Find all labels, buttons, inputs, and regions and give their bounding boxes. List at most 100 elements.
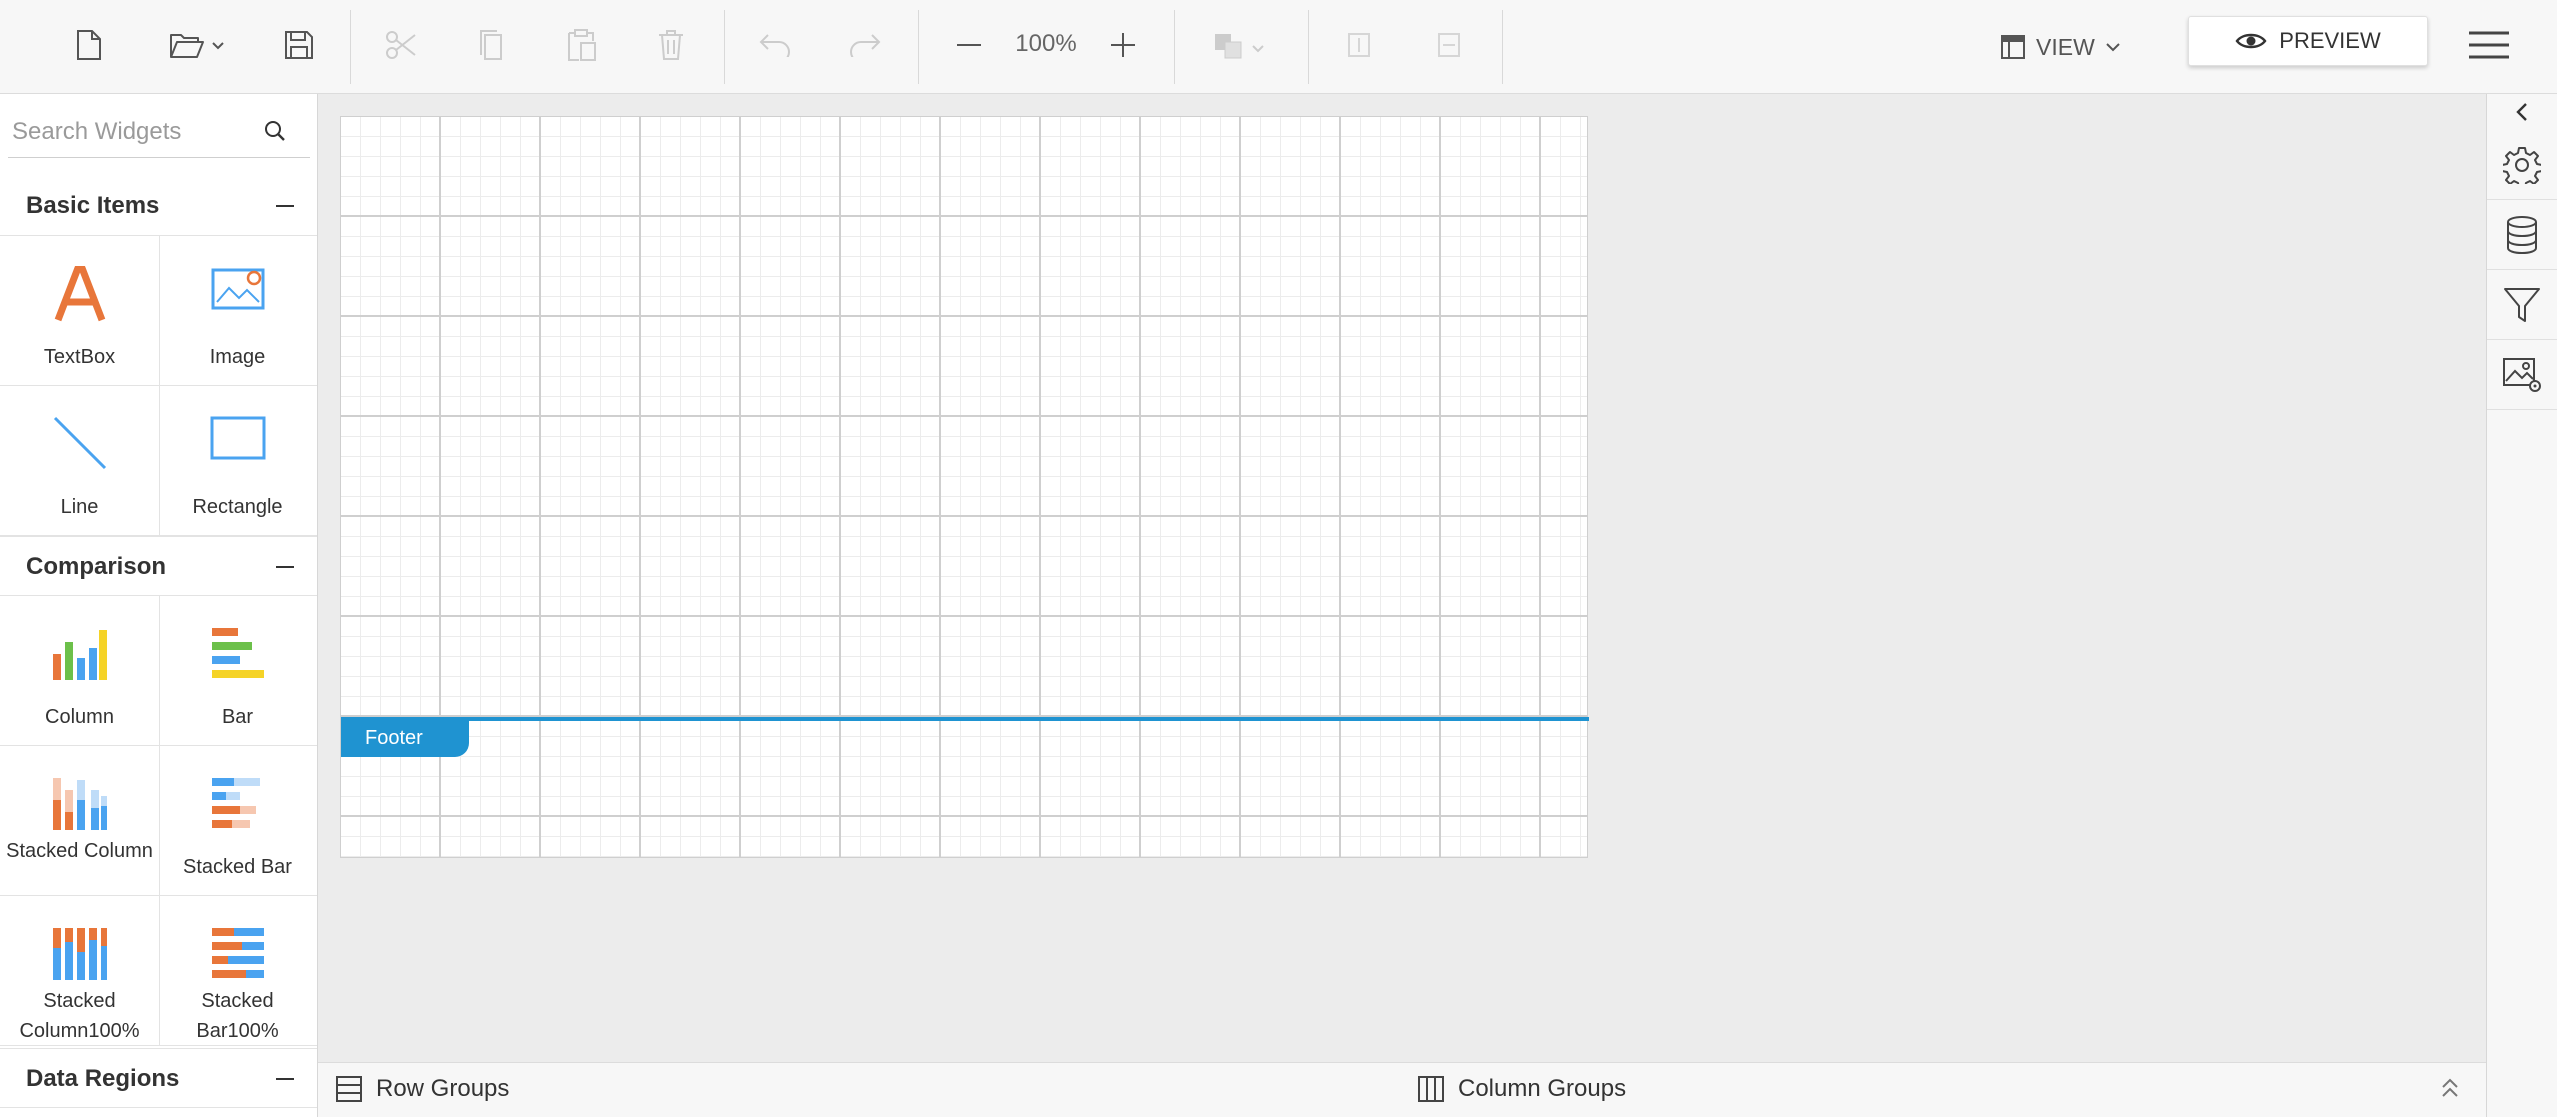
image-icon [211,268,264,310]
main-toolbar: 100% VIEW PREVIEW [0,0,2557,94]
toolbar-separator [350,10,351,84]
collapse-panel-button[interactable] [2487,94,2557,130]
gear-icon [2503,146,2541,184]
row-groups-icon [336,1076,362,1102]
open-report-button[interactable] [160,17,234,73]
undo-icon [759,34,790,57]
widget-rectangle[interactable]: Rectangle [158,386,317,536]
column-groups-button[interactable]: Column Groups [1418,1075,1626,1103]
category-title: Basic Items [26,192,160,219]
zoom-in-icon [1111,33,1135,57]
toolbar-separator [1308,10,1309,84]
copy-icon [480,30,502,60]
stacked-column100-icon [52,928,107,980]
preview-label: PREVIEW [2279,28,2381,53]
database-icon [2507,215,2537,254]
column-groups-icon [1418,1076,1444,1102]
widget-stacked-column[interactable]: Stacked Column [0,746,160,896]
widget-stacked-bar100[interactable]: Stacked Bar100% [158,896,317,1046]
stacked-bar-icon [211,778,260,828]
widget-label: Stacked Bar100% [196,990,279,1042]
image-manager-button[interactable] [2487,340,2557,410]
zoom-out-icon [957,44,981,46]
category-data-regions[interactable]: Data Regions [0,1048,317,1108]
save-icon [285,31,313,59]
view-dropdown-button[interactable]: VIEW [2000,27,2130,67]
category-title: Data Regions [26,1065,180,1092]
hamburger-menu-icon [2469,31,2509,59]
footer-section-tab[interactable]: Footer [341,721,469,757]
bring-forward-icon [1348,33,1370,57]
textbox-icon [54,266,105,322]
redo-button[interactable] [828,17,902,73]
zoom-out-button[interactable] [932,17,1006,73]
save-button[interactable] [262,17,336,73]
view-label: VIEW [2036,33,2095,60]
collapse-minus-icon[interactable] [276,566,294,568]
row-groups-button[interactable]: Row Groups [336,1075,509,1103]
stacked-column-icon [52,778,107,830]
widget-label: Stacked Column [6,840,153,862]
collapse-minus-icon[interactable] [276,205,294,207]
column-chart-icon [52,630,107,680]
widgets-panel: Basic Items TextBox Image Line Rectangle… [0,94,318,1117]
toolbar-separator [1502,10,1503,84]
report-design-canvas[interactable]: Footer [340,116,1589,858]
main-menu-button[interactable] [2462,24,2516,66]
widget-bar-chart[interactable]: Bar [158,596,317,746]
widget-image[interactable]: Image [158,236,317,386]
paste-icon [568,29,596,61]
toolbar-separator [724,10,725,84]
data-sources-button[interactable] [2487,200,2557,270]
new-file-icon [77,30,101,60]
copy-button[interactable] [454,17,528,73]
category-basic-items[interactable]: Basic Items [0,176,317,236]
filter-icon [2504,287,2540,322]
widget-stacked-column100[interactable]: Stacked Column100% [0,896,160,1046]
widget-label: Stacked Column100% [19,990,140,1042]
design-area: Footer [318,94,2486,1062]
arrange-icon [1215,34,1264,59]
line-icon [53,416,106,470]
send-backward-button[interactable] [1412,17,1486,73]
cut-button[interactable] [364,17,438,73]
widget-search-box [8,108,310,158]
widget-stacked-bar[interactable]: Stacked Bar [158,746,317,896]
bring-forward-button[interactable] [1322,17,1396,73]
stacked-bar100-icon [211,928,264,978]
preview-button[interactable]: PREVIEW [2188,16,2428,66]
collapse-minus-icon[interactable] [276,1078,294,1080]
zoom-in-button[interactable] [1086,17,1160,73]
widget-label: Bar [221,706,254,728]
paste-button[interactable] [544,17,618,73]
send-backward-icon [1438,33,1460,57]
widget-label: Rectangle [192,496,283,518]
zoom-level[interactable]: 100% [1006,28,1086,60]
widget-column-chart[interactable]: Column [0,596,160,746]
search-widgets-input[interactable] [12,108,252,156]
view-layout-icon [2001,35,2025,59]
redo-icon [850,34,881,57]
widget-label: Column [45,706,114,728]
chevron-down-icon [2106,43,2120,52]
grouping-bar: Row Groups Column Groups [318,1062,2486,1117]
column-groups-label: Column Groups [1458,1075,1627,1102]
category-comparison[interactable]: Comparison [0,536,317,596]
new-report-button[interactable] [52,17,126,73]
eye-icon [2235,33,2267,49]
footer-section-divider[interactable] [341,717,1589,721]
arrange-dropdown[interactable] [1204,17,1278,73]
widget-label: Stacked Bar [183,856,292,878]
search-icon[interactable] [264,120,286,142]
row-groups-label: Row Groups [376,1075,510,1102]
properties-button[interactable] [2487,130,2557,200]
category-title: Comparison [26,553,167,580]
chevron-left-icon [2516,103,2527,121]
undo-button[interactable] [738,17,812,73]
filters-button[interactable] [2487,270,2557,340]
widget-label: Image [209,346,266,368]
double-chevron-up-icon[interactable] [2440,1077,2460,1099]
widget-textbox[interactable]: TextBox [0,236,160,386]
delete-button[interactable] [634,17,708,73]
widget-line[interactable]: Line [0,386,160,536]
